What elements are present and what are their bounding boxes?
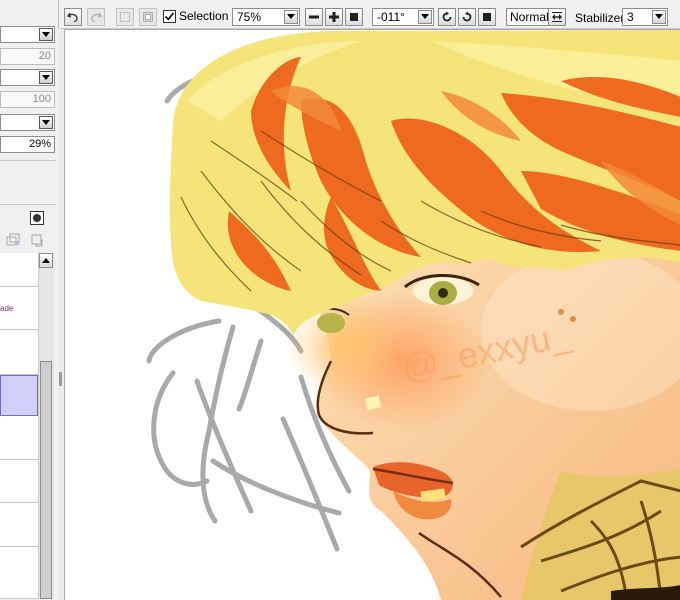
artwork: @_exxyu_: [146, 30, 680, 600]
selection-checkbox[interactable]: [163, 9, 176, 23]
layer-mask-icon[interactable]: [30, 211, 44, 225]
layer-row[interactable]: [0, 460, 38, 503]
plus-icon: [329, 12, 339, 22]
brush-shape-dropdown[interactable]: [0, 69, 55, 86]
brush-settings-dropdown[interactable]: [0, 26, 55, 43]
rotate-left-icon: [442, 11, 452, 22]
stabilizer-combo[interactable]: 3: [622, 8, 668, 26]
redo-button[interactable]: [87, 8, 105, 26]
zoom-combo[interactable]: 75%: [232, 8, 300, 26]
layer-list-scrollbar[interactable]: [38, 253, 54, 599]
deselect-icon: [120, 12, 130, 22]
layer-row[interactable]: [0, 330, 38, 375]
stabilizer-value: 3: [627, 10, 634, 24]
far-eye: [317, 313, 345, 333]
rotate-right-button[interactable]: [458, 8, 476, 26]
chevron-down-icon[interactable]: [39, 71, 53, 84]
square-icon: [483, 13, 491, 21]
chevron-down-icon[interactable]: [39, 28, 53, 41]
eye-pupil: [438, 288, 448, 298]
zoom-value: 75%: [237, 10, 262, 24]
undo-button[interactable]: [64, 8, 82, 26]
chevron-down-icon[interactable]: [652, 10, 666, 24]
layer-list[interactable]: ade: [0, 253, 39, 599]
deselect-button[interactable]: [116, 8, 134, 26]
selection-toggle[interactable]: Selection: [163, 9, 228, 23]
rotation-value: -011°: [377, 10, 405, 24]
layer-row[interactable]: [0, 416, 38, 460]
panel-divider: [0, 160, 56, 161]
zoom-in-button[interactable]: [325, 8, 343, 26]
chevron-down-icon[interactable]: [418, 10, 432, 24]
scroll-up-icon[interactable]: [39, 253, 53, 268]
layer-opacity-field[interactable]: 29%: [0, 136, 55, 153]
rotate-left-button[interactable]: [438, 8, 456, 26]
new-layer-set-icon[interactable]: [6, 233, 20, 247]
stabilizer-label: Stabilizer: [575, 11, 625, 25]
undo-icon: [67, 12, 78, 23]
brush-density-field[interactable]: 100: [0, 91, 55, 108]
layer-blend-dropdown[interactable]: [0, 114, 55, 131]
brush-size-field[interactable]: 20: [0, 48, 55, 65]
chevron-down-icon[interactable]: [39, 116, 53, 129]
splitter-grip[interactable]: [59, 372, 62, 386]
rotate-right-icon: [462, 11, 472, 22]
zoom-reset-button[interactable]: [345, 8, 363, 26]
layer-row[interactable]: [0, 253, 38, 287]
drawing-canvas[interactable]: @_exxyu_: [64, 29, 680, 600]
view-toolbar: Selection 75% -011° Normal Stabilizer 3: [60, 0, 680, 29]
layer-row[interactable]: ade: [0, 287, 38, 330]
layer-row[interactable]: [0, 547, 38, 599]
invert-selection-button[interactable]: [139, 8, 157, 26]
left-tool-panel: 20 100 29% ade: [0, 0, 59, 599]
rotation-combo[interactable]: -011°: [372, 8, 434, 26]
minus-icon: [309, 15, 319, 19]
layer-blend-mode-label: ade: [0, 304, 14, 313]
flip-horizontal-icon: [552, 12, 562, 22]
selection-label: Selection: [179, 9, 229, 23]
flip-view-button[interactable]: [548, 8, 566, 26]
blend-mode-button[interactable]: Normal: [506, 8, 553, 26]
zoom-out-button[interactable]: [305, 8, 323, 26]
panel-divider: [0, 204, 56, 205]
layer-row-selected[interactable]: [0, 375, 38, 416]
redo-icon: [91, 12, 102, 23]
checkmark-icon: [164, 11, 175, 20]
square-icon: [350, 13, 358, 21]
layer-row[interactable]: [0, 503, 38, 547]
chevron-down-icon[interactable]: [284, 10, 298, 24]
merge-layer-icon[interactable]: [30, 233, 44, 247]
invert-selection-icon: [143, 12, 153, 22]
freckle: [570, 316, 576, 322]
rotation-reset-button[interactable]: [478, 8, 496, 26]
scrollbar-thumb[interactable]: [40, 361, 52, 599]
